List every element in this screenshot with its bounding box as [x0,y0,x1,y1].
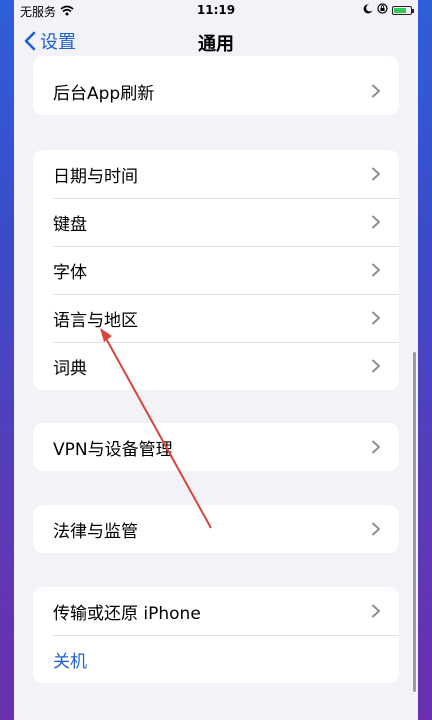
battery-level [394,7,406,13]
row-label: 关机 [53,651,87,672]
settings-group-locale: 日期与时间 键盘 字体 语言与地区 词典 [33,150,399,390]
settings-group-background: 后台App刷新 [33,56,399,115]
row-label: 后台App刷新 [53,83,155,104]
chevron-right-icon [372,440,380,454]
row-legal-regulatory[interactable]: 法律与监管 [33,505,399,553]
row-label: 法律与监管 [53,521,138,542]
phone-screen: 无服务 11:19 设置 通用 后台App刷新 日期与时间 键盘 字体 语言与地… [14,0,418,720]
status-right [363,3,414,17]
row-dictionary[interactable]: 词典 [33,342,399,390]
status-bar: 无服务 11:19 [14,0,418,22]
row-date-time[interactable]: 日期与时间 [33,150,399,198]
status-time: 11:19 [196,3,236,17]
chevron-right-icon [372,359,380,373]
chevron-right-icon [372,311,380,325]
settings-group-reset: 传输或还原 iPhone 关机 [33,587,399,683]
row-label: VPN与设备管理 [53,439,173,460]
moon-icon [363,3,373,17]
chevron-right-icon [372,167,380,181]
settings-group-vpn: VPN与设备管理 [33,423,399,471]
row-label: 键盘 [53,214,87,235]
page-title: 通用 [198,34,234,55]
settings-group-legal: 法律与监管 [33,505,399,553]
row-fonts[interactable]: 字体 [33,246,399,294]
chevron-right-icon [372,84,380,98]
rotation-lock-icon [377,3,388,17]
row-label: 日期与时间 [53,166,138,187]
row-language-region[interactable]: 语言与地区 [33,294,399,342]
battery-charging-icon [392,5,414,15]
row-label: 字体 [53,262,87,283]
row-label: 传输或还原 iPhone [53,603,201,624]
row-vpn-device-management[interactable]: VPN与设备管理 [33,423,399,471]
scroll-indicator[interactable] [413,352,416,692]
row-transfer-reset-iphone[interactable]: 传输或还原 iPhone [33,587,399,635]
row-keyboard[interactable]: 键盘 [33,198,399,246]
row-label: 语言与地区 [53,310,138,331]
row-background-app-refresh[interactable]: 后台App刷新 [33,67,399,115]
chevron-right-icon [372,215,380,229]
chevron-right-icon [372,604,380,618]
chevron-right-icon [372,522,380,536]
shut-down-button[interactable]: 关机 [33,635,399,683]
chevron-right-icon [372,263,380,277]
row-label: 词典 [53,358,87,379]
